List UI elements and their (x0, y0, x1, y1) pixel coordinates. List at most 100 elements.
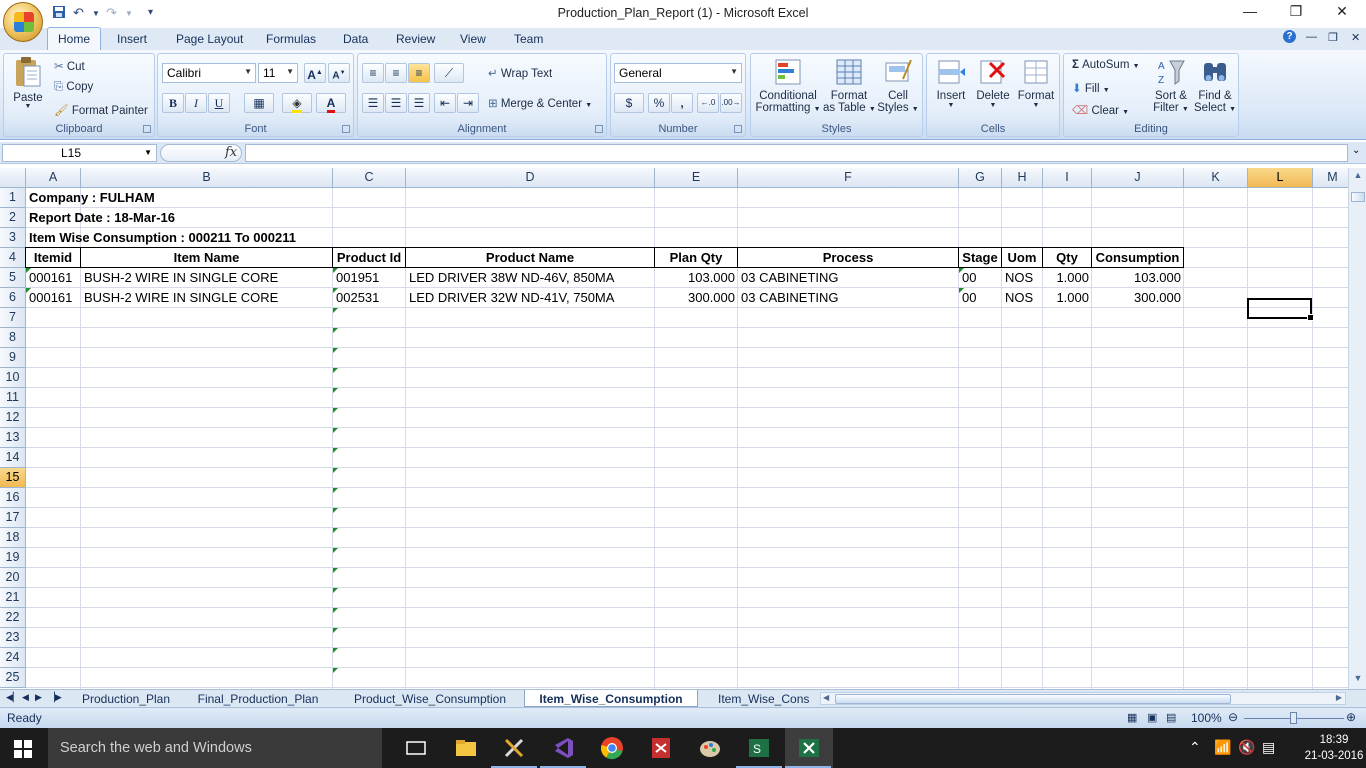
table-header-cell[interactable]: Product Id (332, 247, 406, 268)
row-header-1[interactable]: 1 (0, 188, 26, 208)
column-header-j[interactable]: J (1092, 168, 1184, 188)
row-header-20[interactable]: 20 (0, 568, 26, 588)
ribbon-minimize-icon[interactable]: — (1306, 31, 1317, 43)
tab-insert[interactable]: Insert (117, 32, 147, 46)
tray-chevron-up-icon[interactable]: ⌃ (1189, 739, 1201, 756)
restore-button[interactable]: ❐ (1281, 3, 1311, 23)
scroll-right-icon[interactable]: ▶ (1336, 693, 1342, 702)
row-header-2[interactable]: 2 (0, 208, 26, 228)
fill-color-button[interactable]: ◈ (282, 93, 312, 113)
page-layout-view-icon[interactable]: ▣ (1147, 711, 1157, 724)
windows-start-icon[interactable] (14, 740, 32, 758)
spreadsheet-tool-icon[interactable]: S (747, 736, 771, 760)
column-header-h[interactable]: H (1002, 168, 1043, 188)
row-header-25[interactable]: 25 (0, 668, 26, 688)
row-header-11[interactable]: 11 (0, 388, 26, 408)
table-cell[interactable]: 03 CABINETING (738, 268, 959, 288)
table-cell[interactable]: 103.000 (1092, 268, 1184, 288)
file-explorer-icon[interactable] (454, 736, 478, 760)
tools-app-icon[interactable] (502, 736, 526, 760)
font-color-button[interactable]: A (316, 93, 346, 113)
taskbar-clock[interactable]: 18:39 21-03-2016 (1304, 732, 1364, 764)
table-header-cell[interactable]: Consumption (1091, 247, 1184, 268)
report-range[interactable]: Item Wise Consumption : 000211 To 000211 (26, 228, 426, 248)
table-cell[interactable]: 00 (959, 268, 1002, 288)
number-launcher-icon[interactable] (734, 125, 742, 133)
align-top-button[interactable]: ≡ (362, 63, 384, 83)
row-header-19[interactable]: 19 (0, 548, 26, 568)
sort-filter-button[interactable]: AZ Sort & Filter ▼ (1152, 57, 1190, 114)
first-sheet-icon[interactable]: ◀▏ (6, 692, 20, 703)
scroll-down-icon[interactable]: ▼ (1351, 673, 1365, 687)
tab-review[interactable]: Review (396, 32, 435, 46)
report-date[interactable]: Report Date : 18-Mar-16 (26, 208, 426, 228)
paste-button[interactable]: Paste ▼ (10, 56, 46, 110)
font-launcher-icon[interactable] (342, 125, 350, 133)
table-cell[interactable]: NOS (1002, 268, 1043, 288)
format-as-table-button[interactable]: Format as Table ▼ (823, 57, 876, 114)
row-header-17[interactable]: 17 (0, 508, 26, 528)
accounting-format-button[interactable]: $ (614, 93, 644, 113)
row-header-9[interactable]: 9 (0, 348, 26, 368)
decrease-indent-button[interactable]: ⇤ (434, 93, 456, 113)
table-cell[interactable]: BUSH-2 WIRE IN SINGLE CORE (81, 268, 333, 288)
office-button[interactable] (3, 2, 43, 42)
table-cell[interactable]: 000161 (26, 288, 81, 308)
table-cell[interactable]: 001951 (333, 268, 406, 288)
table-header-cell[interactable]: Stage (958, 247, 1002, 268)
font-name-combo[interactable]: Calibri ▼ (162, 63, 256, 83)
name-box[interactable]: L15 ▼ (2, 144, 157, 162)
insert-cells-button[interactable]: Insert ▼ (931, 57, 971, 109)
table-cell[interactable]: LED DRIVER 38W ND-46V, 850MA (406, 268, 655, 288)
grow-font-button[interactable]: A▲ (304, 63, 326, 83)
clipboard-launcher-icon[interactable] (143, 125, 151, 133)
worksheet-grid[interactable]: A B C D E F G H I J K L M 1 2 3 4 5 6 7 8 9 10 11 12 13 14 15 16 17 18… (0, 168, 1348, 689)
column-header-m[interactable]: M (1313, 168, 1348, 188)
align-left-button[interactable]: ☰ (362, 93, 384, 113)
clear-button[interactable]: ⌫ Clear ▼ (1072, 103, 1129, 117)
row-header-15[interactable]: 15 (0, 468, 26, 488)
number-format-combo[interactable]: General ▼ (614, 63, 742, 83)
vertical-scrollbar[interactable]: ▲ ▼ (1348, 168, 1366, 689)
row-header-4[interactable]: 4 (0, 248, 26, 268)
table-cell[interactable]: 00 (959, 288, 1002, 308)
scroll-left-icon[interactable]: ◀ (823, 693, 829, 702)
chrome-icon[interactable] (600, 736, 624, 760)
italic-button[interactable]: I (185, 93, 207, 113)
expand-formula-bar-icon[interactable]: ⌄ (1352, 145, 1360, 156)
row-header-10[interactable]: 10 (0, 368, 26, 388)
conditional-formatting-button[interactable]: Conditional Formatting ▼ (755, 57, 821, 114)
column-header-b[interactable]: B (81, 168, 333, 188)
row-header-6[interactable]: 6 (0, 288, 26, 308)
tab-formulas[interactable]: Formulas (266, 32, 316, 46)
align-bottom-button[interactable]: ≡ (408, 63, 430, 83)
fill-button[interactable]: ⬇ Fill ▼ (1072, 81, 1110, 95)
table-cell[interactable]: 1.000 (1043, 288, 1092, 308)
column-header-c[interactable]: C (333, 168, 406, 188)
align-middle-button[interactable]: ≡ (385, 63, 407, 83)
table-cell[interactable]: 1.000 (1043, 268, 1092, 288)
table-cell[interactable]: NOS (1002, 288, 1043, 308)
formula-input[interactable] (245, 144, 1348, 162)
row-header-16[interactable]: 16 (0, 488, 26, 508)
selected-cell[interactable] (1247, 298, 1314, 321)
help-icon[interactable]: ? (1283, 30, 1296, 43)
zoom-in-icon[interactable]: ⊕ (1346, 710, 1356, 724)
row-header-18[interactable]: 18 (0, 528, 26, 548)
cell-styles-button[interactable]: Cell Styles ▼ (877, 57, 919, 114)
select-all-corner[interactable] (0, 168, 26, 188)
alignment-launcher-icon[interactable] (595, 125, 603, 133)
page-break-view-icon[interactable]: ▤ (1166, 711, 1176, 724)
percent-style-button[interactable]: % (648, 93, 670, 113)
next-sheet-icon[interactable]: ▶ (35, 692, 42, 703)
workbook-close-icon[interactable]: ✕ (1351, 31, 1360, 44)
tab-page-layout[interactable]: Page Layout (176, 32, 243, 46)
normal-view-icon[interactable]: ▦ (1127, 711, 1137, 724)
row-header-22[interactable]: 22 (0, 608, 26, 628)
report-company[interactable]: Company : FULHAM (26, 188, 426, 208)
tab-view[interactable]: View (460, 32, 486, 46)
column-header-a[interactable]: A (26, 168, 81, 188)
row-header-13[interactable]: 13 (0, 428, 26, 448)
table-header-cell[interactable]: Itemid (25, 247, 81, 268)
column-header-k[interactable]: K (1184, 168, 1248, 188)
